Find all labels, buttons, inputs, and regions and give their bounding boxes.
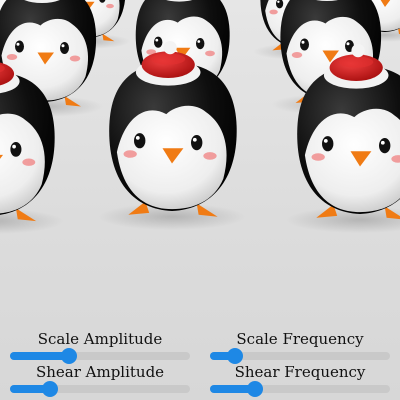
scale-amplitude-label: Scale Amplitude xyxy=(37,330,163,348)
scale-frequency-control: Scale Frequency xyxy=(210,330,390,364)
penguin-front-center xyxy=(97,40,247,230)
shear-amplitude-thumb[interactable] xyxy=(41,381,58,397)
scale-amplitude-control: Scale Amplitude xyxy=(10,330,190,364)
shear-frequency-slider[interactable] xyxy=(210,381,390,397)
scale-amplitude-thumb[interactable] xyxy=(61,348,78,364)
scale-frequency-slider[interactable] xyxy=(210,348,390,364)
shear-amplitude-control: Shear Amplitude xyxy=(10,363,190,397)
scale-amplitude-slider[interactable] xyxy=(10,348,190,364)
shear-frequency-control: Shear Frequency xyxy=(210,363,390,397)
scale-frequency-thumb[interactable] xyxy=(227,348,244,364)
shear-frequency-label: Shear Frequency xyxy=(234,363,366,381)
scale-frequency-label: Scale Frequency xyxy=(236,330,364,348)
shear-amplitude-label: Shear Amplitude xyxy=(35,363,165,381)
app-viewport: Scale Amplitude Scale Frequency Shear Am… xyxy=(0,0,400,400)
shear-frequency-thumb[interactable] xyxy=(247,381,263,397)
shear-amplitude-slider[interactable] xyxy=(10,381,190,397)
penguin-scene-canvas[interactable] xyxy=(0,0,400,325)
